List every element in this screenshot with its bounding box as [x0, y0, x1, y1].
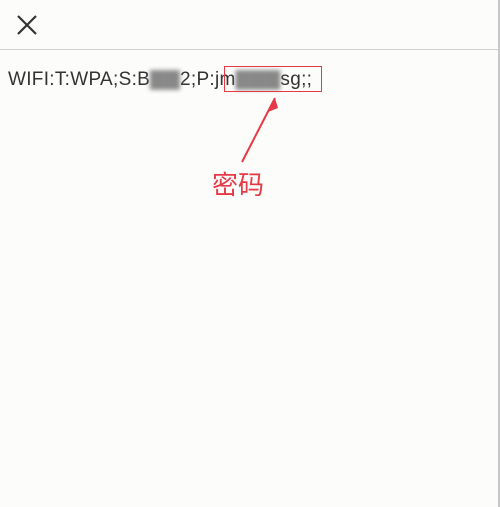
pwd-end: sg — [280, 69, 301, 90]
wifi-type: WPA — [70, 69, 113, 90]
password-annotation-label: 密码 — [212, 165, 264, 202]
close-icon — [16, 14, 38, 36]
header-bar — [0, 0, 500, 50]
close-button[interactable] — [12, 10, 42, 40]
pwd-label: ;P: — [191, 69, 215, 90]
wifi-qr-string: WIFI:T:WPA;S:B▇▇2;P:jm▇▇▇sg;; — [8, 69, 312, 90]
wifi-terminator: ;; — [301, 69, 312, 90]
content-area: WIFI:T:WPA;S:B▇▇2;P:jm▇▇▇sg;; — [0, 50, 500, 109]
ssid-label: ;S:B — [113, 69, 150, 90]
wifi-prefix: WIFI:T: — [8, 69, 70, 90]
pwd-start: jm — [215, 69, 236, 90]
pwd-blurred: ▇▇▇ — [236, 68, 281, 91]
ssid-blurred: ▇▇ — [150, 68, 180, 91]
ssid-suffix: 2 — [180, 69, 191, 90]
